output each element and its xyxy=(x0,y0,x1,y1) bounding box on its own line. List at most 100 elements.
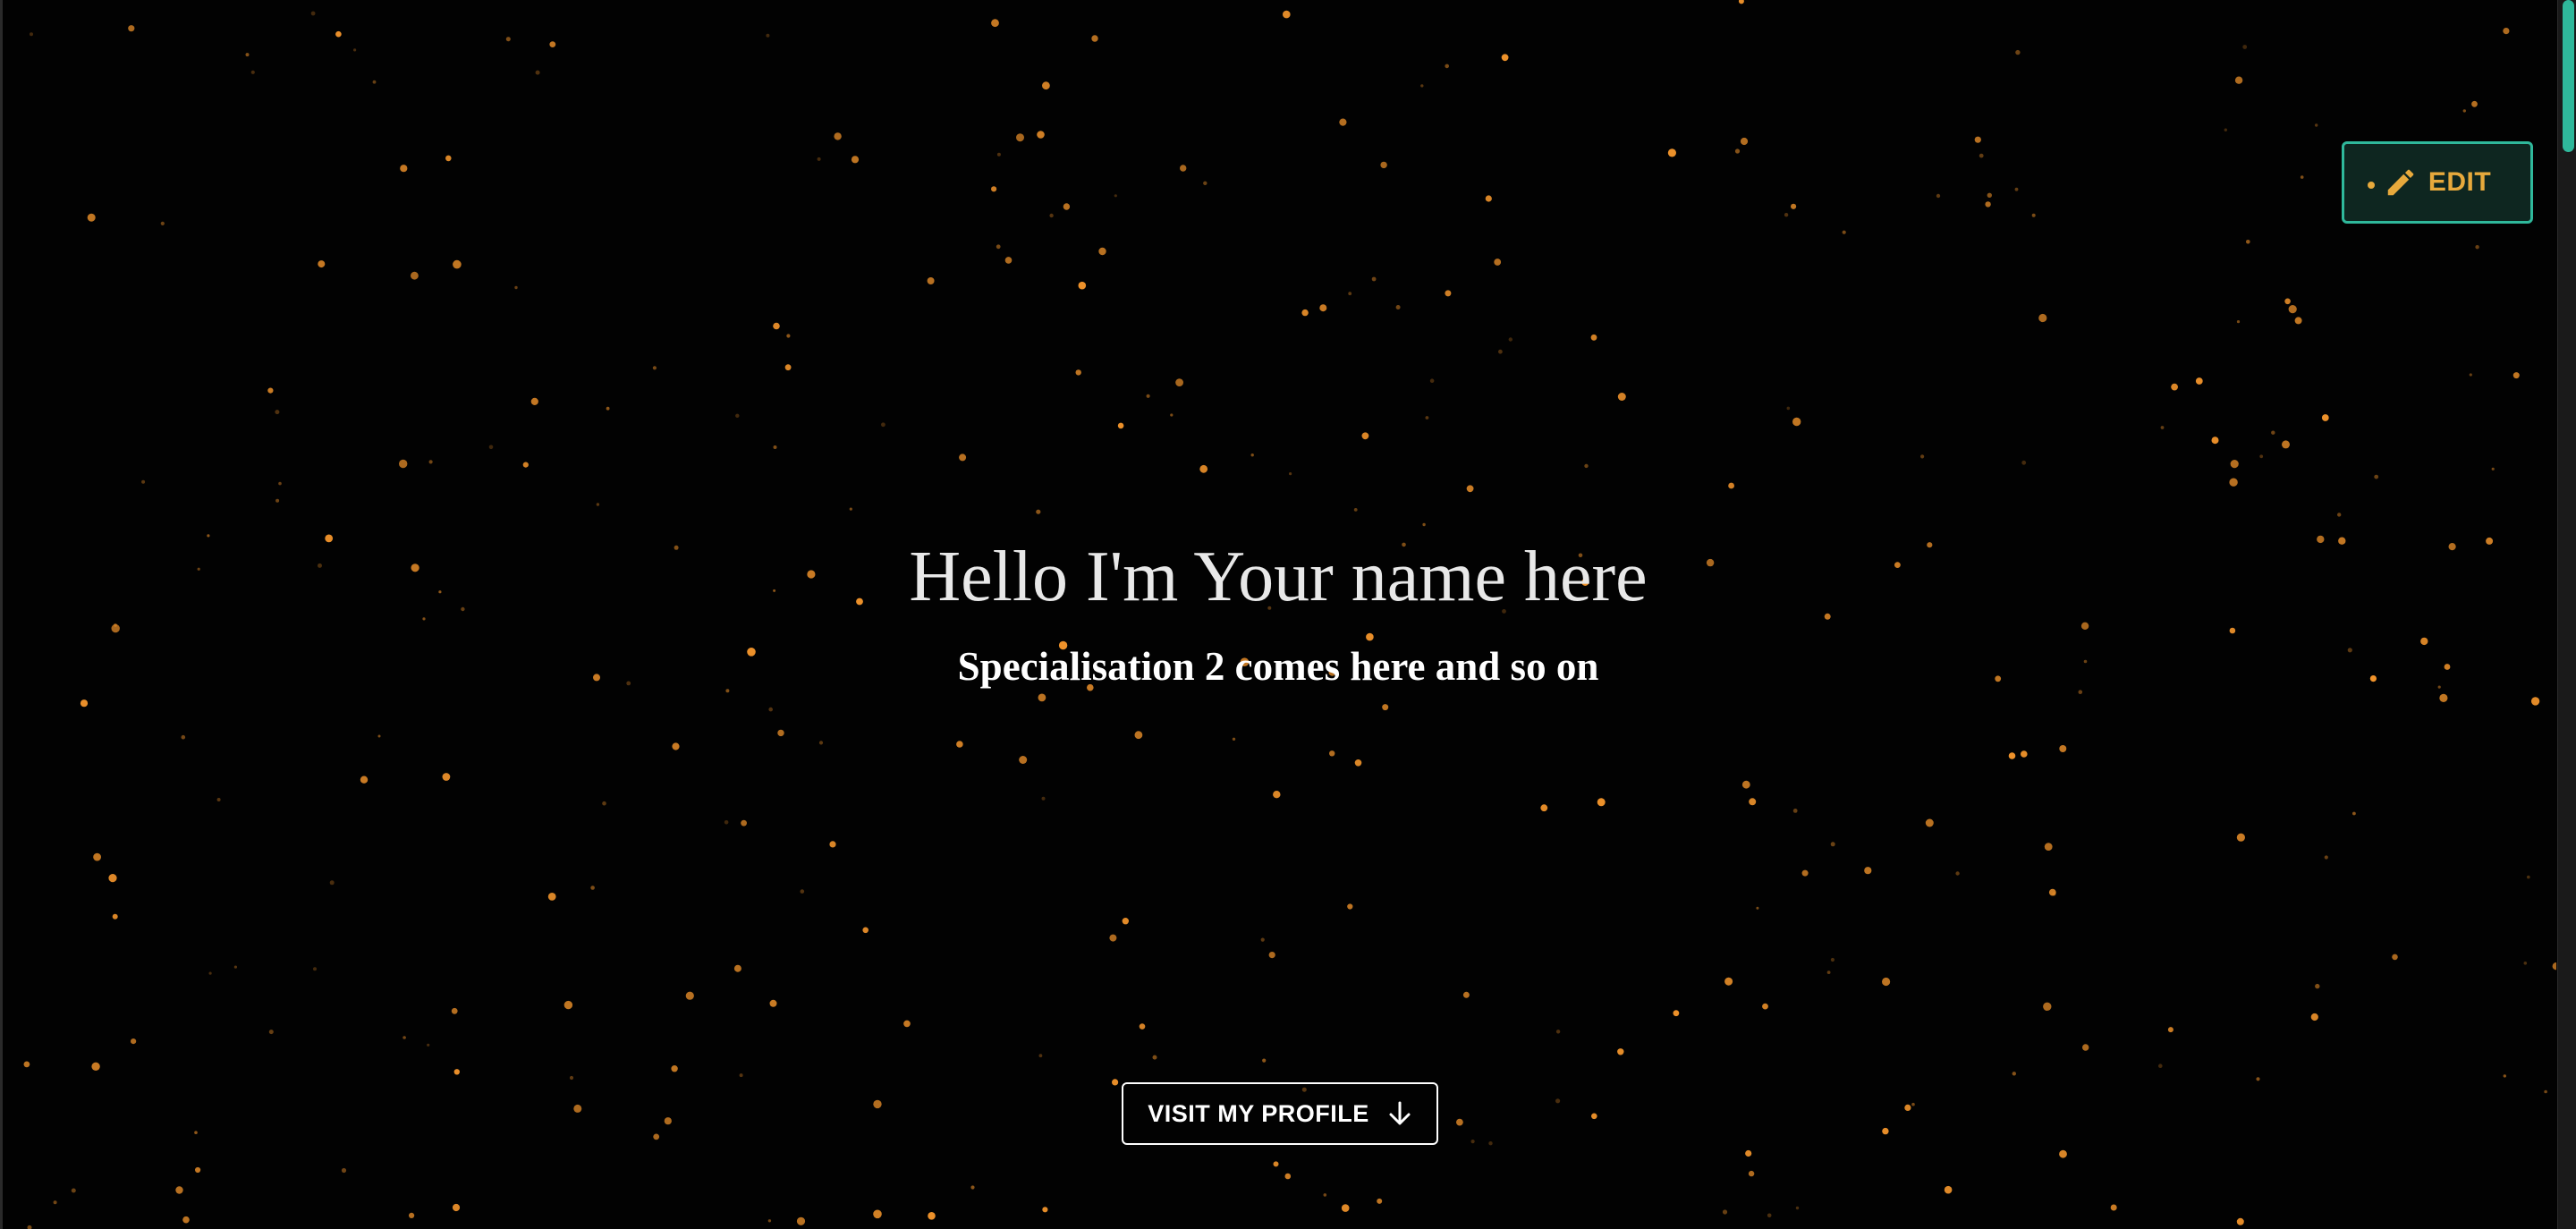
star-dot xyxy=(602,801,606,806)
star-dot xyxy=(175,1186,183,1194)
star-dot xyxy=(2527,875,2530,879)
star-dot xyxy=(1617,1048,1624,1055)
star-dot xyxy=(991,186,997,192)
star-dot xyxy=(427,1043,430,1047)
star-dot xyxy=(1826,970,1831,974)
star-dot xyxy=(131,1038,137,1045)
star-dot xyxy=(2374,474,2379,479)
star-dot xyxy=(1498,349,1503,354)
star-dot xyxy=(834,132,842,140)
star-dot xyxy=(1555,1098,1561,1104)
star-dot xyxy=(505,37,511,42)
star-dot xyxy=(1985,201,1991,208)
star-dot xyxy=(208,971,212,975)
star-dot xyxy=(1049,213,1054,218)
star-dot xyxy=(1098,247,1106,256)
star-dot xyxy=(2462,109,2466,113)
star-dot xyxy=(1109,934,1117,942)
star-dot xyxy=(1353,508,1358,512)
star-dot xyxy=(1380,161,1387,169)
star-dot xyxy=(377,734,381,738)
star-dot xyxy=(1955,871,1960,876)
star-dot xyxy=(1791,203,1797,209)
star-dot xyxy=(353,48,357,52)
star-dot xyxy=(1268,952,1275,959)
star-dot xyxy=(2271,430,2275,435)
star-dot xyxy=(530,397,538,405)
star-dot xyxy=(1555,1030,1561,1034)
star-dot xyxy=(1745,1149,1752,1157)
star-dot xyxy=(1199,464,1208,473)
star-dot xyxy=(903,1020,911,1028)
star-dot xyxy=(372,80,377,84)
star-dot xyxy=(1348,292,1352,296)
star-dot xyxy=(777,729,784,737)
star-dot xyxy=(1377,1198,1383,1204)
star-dot xyxy=(1786,406,1791,411)
edit-button[interactable]: EDIT xyxy=(2342,141,2533,224)
star-dot xyxy=(1289,472,1292,476)
star-dot xyxy=(1175,378,1183,386)
star-dot xyxy=(2469,373,2472,377)
star-dot xyxy=(1284,1173,1292,1180)
star-dot xyxy=(1042,1207,1048,1213)
star-dot xyxy=(1784,213,1789,217)
star-dot xyxy=(2471,100,2478,107)
star-dot xyxy=(1741,780,1750,789)
star-dot xyxy=(53,1200,57,1205)
star-dot xyxy=(1911,1102,1915,1106)
star-dot xyxy=(2544,1089,2547,1094)
star-dot xyxy=(1341,1204,1350,1212)
star-dot xyxy=(671,1065,678,1072)
star-dot xyxy=(817,157,821,161)
star-dot xyxy=(1925,818,1934,827)
star-dot xyxy=(773,445,777,449)
scrollbar-track[interactable] xyxy=(2557,0,2576,1229)
star-dot xyxy=(1203,181,1208,185)
star-dot xyxy=(2160,426,2165,429)
star-dot xyxy=(970,1185,975,1190)
star-dot xyxy=(1042,81,1050,90)
star-dot xyxy=(741,819,747,826)
star-dot xyxy=(2230,460,2239,469)
star-dot xyxy=(2236,1217,2244,1225)
star-dot xyxy=(1339,118,1347,126)
visit-profile-button[interactable]: VISIT MY PROFILE xyxy=(1122,1082,1438,1145)
star-dot xyxy=(2167,1027,2174,1033)
star-dot xyxy=(112,913,118,920)
star-dot xyxy=(80,699,89,708)
star-dot xyxy=(664,1117,672,1125)
star-dot xyxy=(488,445,494,450)
star-dot xyxy=(2008,752,2016,759)
star-dot xyxy=(862,927,869,934)
star-dot xyxy=(767,1219,772,1223)
star-dot xyxy=(1152,1055,1157,1060)
edit-label: EDIT xyxy=(2428,167,2492,197)
star-dot xyxy=(829,841,836,848)
arrow-down-icon xyxy=(1389,1101,1411,1125)
star-dot xyxy=(1422,522,1426,527)
star-dot xyxy=(1485,195,1492,202)
star-dot xyxy=(108,874,117,883)
star-dot xyxy=(1361,432,1369,440)
star-dot xyxy=(766,33,770,38)
star-dot xyxy=(2246,240,2250,244)
star-dot xyxy=(1920,454,1925,459)
star-dot xyxy=(402,1036,406,1039)
star-dot xyxy=(784,364,792,371)
star-dot xyxy=(606,406,610,411)
star-dot xyxy=(399,459,408,469)
star-dot xyxy=(2171,383,2179,391)
hero-title: Hello I'm Your name here xyxy=(909,538,1648,616)
star-dot xyxy=(1470,1140,1475,1144)
star-dot xyxy=(1738,0,1744,4)
star-dot xyxy=(849,507,852,511)
star-dot xyxy=(1250,453,1254,457)
star-dot xyxy=(1382,704,1389,711)
star-dot xyxy=(2321,414,2329,421)
star-dot xyxy=(2242,45,2248,49)
scrollbar-thumb[interactable] xyxy=(2563,0,2574,152)
star-dot xyxy=(1354,759,1362,767)
star-dot xyxy=(335,30,342,38)
star-dot xyxy=(2236,833,2245,842)
